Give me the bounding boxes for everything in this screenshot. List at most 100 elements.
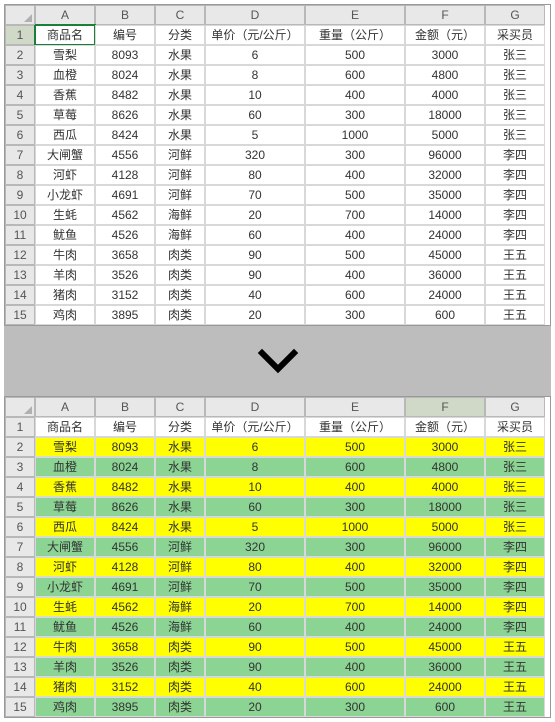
cell-r11-category[interactable]: 海鲜 [155, 617, 205, 637]
cell-r6-category[interactable]: 水果 [155, 517, 205, 537]
cell-r12-category[interactable]: 肉类 [155, 245, 205, 265]
cell-r15-product[interactable]: 鸡肉 [35, 697, 95, 717]
cell-r4-id[interactable]: 8482 [95, 85, 155, 105]
cell-r15-amount[interactable]: 600 [405, 305, 485, 325]
row-header-6[interactable]: 6 [5, 517, 35, 537]
cell-r9-amount[interactable]: 35000 [405, 577, 485, 597]
cell-r11-weight[interactable]: 400 [305, 225, 405, 245]
cell-r15-weight[interactable]: 300 [305, 305, 405, 325]
cell-r12-amount[interactable]: 45000 [405, 637, 485, 657]
header-cell-category[interactable]: 分类 [155, 417, 205, 437]
cell-r4-price[interactable]: 10 [205, 477, 305, 497]
cell-r12-weight[interactable]: 500 [305, 245, 405, 265]
cell-r2-id[interactable]: 8093 [95, 45, 155, 65]
cell-r12-price[interactable]: 90 [205, 637, 305, 657]
cell-r7-price[interactable]: 320 [205, 537, 305, 557]
cell-r15-buyer[interactable]: 王五 [485, 305, 545, 325]
cell-r5-product[interactable]: 草莓 [35, 497, 95, 517]
row-header-4[interactable]: 4 [5, 85, 35, 105]
cell-r5-price[interactable]: 60 [205, 105, 305, 125]
cell-r2-price[interactable]: 6 [205, 45, 305, 65]
cell-r12-id[interactable]: 3658 [95, 637, 155, 657]
row-header-7[interactable]: 7 [5, 145, 35, 165]
cell-r12-product[interactable]: 牛肉 [35, 245, 95, 265]
cell-r10-id[interactable]: 4562 [95, 205, 155, 225]
cell-r9-price[interactable]: 70 [205, 577, 305, 597]
cell-r2-category[interactable]: 水果 [155, 437, 205, 457]
col-header-F[interactable]: F [405, 5, 485, 25]
cell-r7-category[interactable]: 河鲜 [155, 537, 205, 557]
cell-r10-amount[interactable]: 14000 [405, 205, 485, 225]
cell-r3-category[interactable]: 水果 [155, 65, 205, 85]
cell-r3-id[interactable]: 8024 [95, 65, 155, 85]
cell-r2-weight[interactable]: 500 [305, 45, 405, 65]
header-cell-amount[interactable]: 金额（元） [405, 417, 485, 437]
header-cell-weight[interactable]: 重量（公斤） [305, 417, 405, 437]
cell-r3-amount[interactable]: 4800 [405, 65, 485, 85]
cell-r13-id[interactable]: 3526 [95, 657, 155, 677]
cell-r13-category[interactable]: 肉类 [155, 265, 205, 285]
cell-r11-weight[interactable]: 400 [305, 617, 405, 637]
row-header-14[interactable]: 14 [5, 677, 35, 697]
cell-r4-weight[interactable]: 400 [305, 85, 405, 105]
header-cell-weight[interactable]: 重量（公斤） [305, 25, 405, 45]
cell-r5-buyer[interactable]: 张三 [485, 497, 545, 517]
col-header-A[interactable]: A [35, 5, 95, 25]
cell-r2-product[interactable]: 雪梨 [35, 45, 95, 65]
cell-r13-product[interactable]: 羊肉 [35, 657, 95, 677]
cell-r4-product[interactable]: 香蕉 [35, 477, 95, 497]
cell-r3-category[interactable]: 水果 [155, 457, 205, 477]
cell-r5-amount[interactable]: 18000 [405, 105, 485, 125]
row-header-6[interactable]: 6 [5, 125, 35, 145]
select-all-triangle[interactable] [5, 397, 35, 417]
row-header-8[interactable]: 8 [5, 557, 35, 577]
cell-r6-buyer[interactable]: 张三 [485, 125, 545, 145]
cell-r8-buyer[interactable]: 李四 [485, 165, 545, 185]
cell-r9-amount[interactable]: 35000 [405, 185, 485, 205]
header-cell-category[interactable]: 分类 [155, 25, 205, 45]
row-header-5[interactable]: 5 [5, 497, 35, 517]
cell-r5-buyer[interactable]: 张三 [485, 105, 545, 125]
header-cell-price[interactable]: 单价（元/公斤） [205, 25, 305, 45]
cell-r9-id[interactable]: 4691 [95, 577, 155, 597]
cell-r2-amount[interactable]: 3000 [405, 45, 485, 65]
cell-r4-weight[interactable]: 400 [305, 477, 405, 497]
cell-r6-product[interactable]: 西瓜 [35, 125, 95, 145]
cell-r8-weight[interactable]: 400 [305, 557, 405, 577]
cell-r8-amount[interactable]: 32000 [405, 165, 485, 185]
cell-r9-buyer[interactable]: 李四 [485, 577, 545, 597]
cell-r7-category[interactable]: 河鲜 [155, 145, 205, 165]
cell-r2-price[interactable]: 6 [205, 437, 305, 457]
col-header-C[interactable]: C [155, 5, 205, 25]
cell-r6-id[interactable]: 8424 [95, 517, 155, 537]
header-cell-id[interactable]: 编号 [95, 25, 155, 45]
spreadsheet-top[interactable]: ABCDEFG1商品名编号分类单价（元/公斤）重量（公斤）金额（元）采买员2雪梨… [4, 4, 551, 326]
row-header-15[interactable]: 15 [5, 305, 35, 325]
cell-r14-buyer[interactable]: 王五 [485, 677, 545, 697]
cell-r13-weight[interactable]: 400 [305, 265, 405, 285]
cell-r3-product[interactable]: 血橙 [35, 457, 95, 477]
cell-r15-weight[interactable]: 300 [305, 697, 405, 717]
cell-r10-buyer[interactable]: 李四 [485, 597, 545, 617]
cell-r5-amount[interactable]: 18000 [405, 497, 485, 517]
cell-r11-price[interactable]: 60 [205, 617, 305, 637]
row-header-3[interactable]: 3 [5, 457, 35, 477]
cell-r5-weight[interactable]: 300 [305, 105, 405, 125]
cell-r3-amount[interactable]: 4800 [405, 457, 485, 477]
cell-r2-category[interactable]: 水果 [155, 45, 205, 65]
cell-r11-product[interactable]: 鱿鱼 [35, 617, 95, 637]
cell-r9-id[interactable]: 4691 [95, 185, 155, 205]
row-header-12[interactable]: 12 [5, 245, 35, 265]
row-header-10[interactable]: 10 [5, 597, 35, 617]
cell-r5-weight[interactable]: 300 [305, 497, 405, 517]
cell-r3-buyer[interactable]: 张三 [485, 457, 545, 477]
cell-r12-buyer[interactable]: 王五 [485, 245, 545, 265]
cell-r11-price[interactable]: 60 [205, 225, 305, 245]
cell-r9-category[interactable]: 河鲜 [155, 185, 205, 205]
cell-r14-amount[interactable]: 24000 [405, 677, 485, 697]
cell-r8-product[interactable]: 河虾 [35, 557, 95, 577]
cell-r6-product[interactable]: 西瓜 [35, 517, 95, 537]
cell-r13-product[interactable]: 羊肉 [35, 265, 95, 285]
cell-r8-id[interactable]: 4128 [95, 165, 155, 185]
header-cell-buyer[interactable]: 采买员 [485, 25, 545, 45]
